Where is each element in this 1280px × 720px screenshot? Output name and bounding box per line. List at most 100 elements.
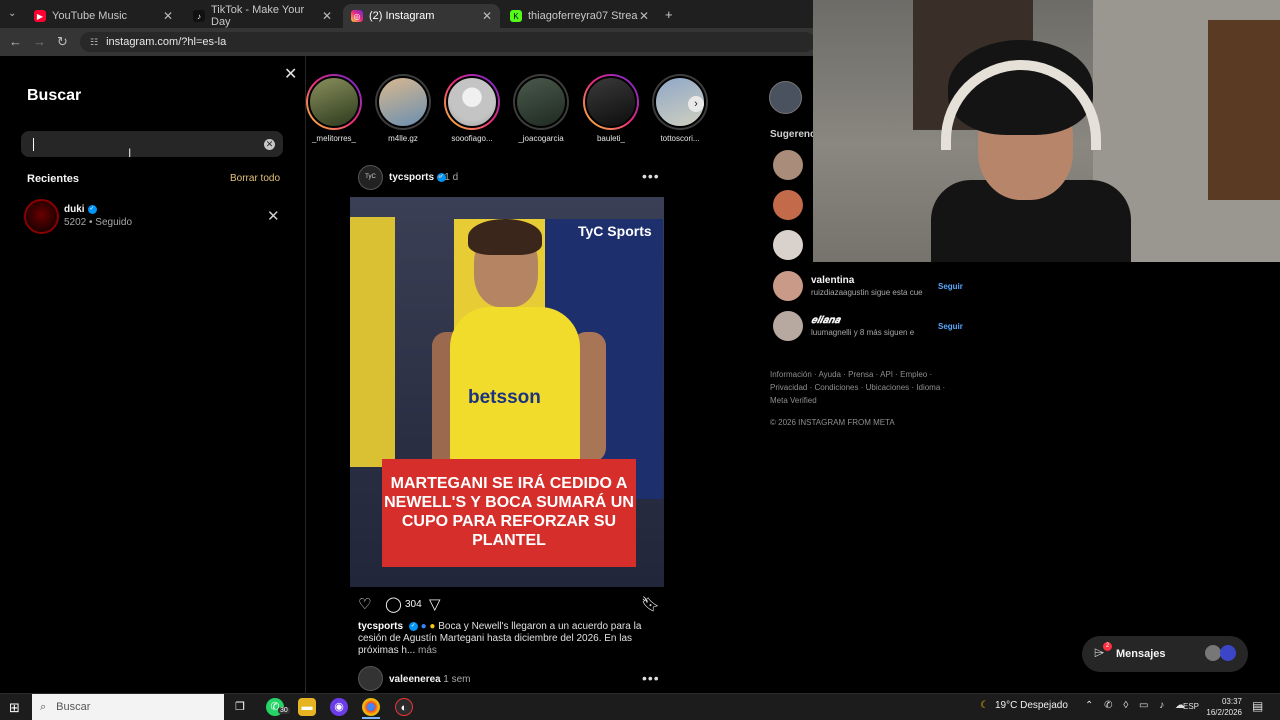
clock-date: 16/2/2026 [1206, 708, 1242, 717]
url-text: instagram.com/?hl=es-la [106, 36, 227, 48]
search-icon: ⌕ [40, 700, 47, 713]
post-options-more-icon[interactable]: ••• [642, 168, 660, 184]
suggestion-avatar[interactable] [773, 271, 803, 301]
story-item[interactable]: m4lle.gz [373, 74, 433, 143]
image-background-stripe [350, 217, 395, 467]
moon-icon: ☾ [980, 700, 989, 711]
tab-title: thiagoferreyra07 Stream - Wat [528, 10, 638, 22]
comment-icon[interactable]: ◯ [385, 595, 402, 613]
windows-start-icon[interactable]: ⊞ [9, 700, 20, 716]
follow-button[interactable]: Seguir [938, 322, 963, 331]
search-panel-title: Buscar [27, 87, 82, 104]
close-tab-icon[interactable]: ✕ [639, 9, 649, 23]
tab-title: TikTok - Make Your Day [211, 4, 305, 28]
suggestion-username[interactable]: 𝒆𝒍𝒊𝒂𝒏𝒂 [811, 315, 840, 326]
tab-title: (2) Instagram [369, 10, 435, 22]
close-tab-icon[interactable]: ✕ [322, 9, 332, 23]
yellow-circle-emoji-icon: ● [429, 621, 436, 632]
recent-item-duki[interactable]: duki ✓ [64, 204, 97, 215]
share-send-icon[interactable]: ▽ [429, 595, 441, 613]
post-caption: tycsports ✓ ● ● Boca y Newell's llegaron… [358, 621, 658, 657]
messages-label: Mensajes [1116, 648, 1166, 660]
tab-kick-stream[interactable]: K thiagoferreyra07 Stream - Wat ✕ [502, 4, 657, 28]
stories-next-chevron-icon[interactable]: › [688, 96, 704, 112]
notification-center-icon[interactable]: ▤ [1252, 699, 1263, 713]
story-item[interactable]: bauleti_ [581, 74, 641, 143]
messages-badge: 2 [1103, 642, 1112, 651]
messages-avatar [1220, 645, 1236, 661]
post-image[interactable]: betsson TyC Sports MARTEGANI SE IRÁ CEDI… [350, 197, 664, 587]
tab-youtube-music[interactable]: ▶ YouTube Music ✕ [26, 4, 181, 28]
save-bookmark-icon[interactable]: 🔖︎ [641, 595, 660, 613]
address-bar[interactable]: ☷ instagram.com/?hl=es-la [80, 32, 815, 52]
footer-links[interactable]: Información · Ayuda · Prensa · API · Emp… [770, 368, 960, 407]
file-explorer-icon[interactable]: ▬ [298, 698, 316, 716]
weather-widget[interactable]: ☾ 19°C Despejado [980, 700, 1068, 711]
story-item[interactable]: _melitorres_ [304, 74, 364, 143]
tab-instagram[interactable]: ◎ (2) Instagram ✕ [343, 4, 500, 28]
suggestion-avatar[interactable] [773, 311, 803, 341]
clear-search-icon[interactable]: ✕ [264, 139, 275, 150]
tab-tiktok[interactable]: ♪ TikTok - Make Your Day ✕ [185, 4, 340, 28]
suggestion-username[interactable]: valentina [811, 275, 854, 286]
caption-username[interactable]: tycsports [358, 621, 403, 632]
instagram-favicon-icon: ◎ [351, 10, 363, 22]
task-view-icon[interactable]: ❐ [231, 698, 249, 716]
messages-avatar [1205, 645, 1221, 661]
tab-list-chevron-icon[interactable]: ⌄ [8, 8, 16, 19]
post-author-avatar[interactable] [358, 666, 383, 691]
post-time-text: 1 sem [443, 674, 471, 685]
post-author-username[interactable]: valeenerea [389, 674, 441, 685]
taskbar-search-box[interactable]: ⌕ Buscar [32, 694, 224, 720]
suggestion-subtitle: luumagnelli y 8 más siguen e [811, 328, 915, 337]
suggestion-avatar[interactable] [773, 190, 803, 220]
story-username: m4lle.gz [388, 134, 418, 143]
recent-subtitle: 5202 • Seguido [64, 217, 133, 228]
back-arrow-icon[interactable]: ← [9, 34, 22, 49]
follow-button[interactable]: Seguir [938, 282, 963, 291]
weather-text: 19°C Despejado [994, 700, 1068, 711]
reload-icon[interactable]: ↻ [57, 34, 68, 50]
recent-avatar-duki[interactable] [24, 199, 59, 234]
tab-title: YouTube Music [52, 10, 128, 22]
whatsapp-badge: 30 [278, 707, 290, 714]
suggestion-avatar[interactable] [773, 230, 803, 260]
current-user-avatar[interactable] [769, 81, 802, 114]
suggestion-avatar[interactable] [773, 150, 803, 180]
close-search-panel-icon[interactable]: ✕ [284, 64, 297, 84]
forward-arrow-icon[interactable]: → [33, 34, 46, 49]
close-tab-icon[interactable]: ✕ [482, 9, 492, 23]
active-app-indicator [362, 717, 380, 719]
system-tray-icons[interactable]: ⌃ ✆ ◊ ▭ ♪ ☁ [1085, 700, 1189, 711]
obs-icon[interactable]: ◐ [395, 698, 413, 716]
caption-more-link[interactable]: más [418, 645, 437, 656]
story-username: sooofiago... [451, 134, 493, 143]
tiktok-favicon-icon: ♪ [193, 10, 205, 22]
new-tab-plus-icon[interactable]: + [665, 7, 673, 22]
post-image-headline: MARTEGANI SE IRÁ CEDIDO A NEWELL'S Y BOC… [382, 459, 636, 567]
like-heart-icon[interactable]: ♡ [358, 595, 371, 613]
search-input-box[interactable] [21, 131, 283, 157]
webcam-overlay [813, 0, 1280, 262]
site-info-icon[interactable]: ☷ [90, 37, 98, 48]
taskbar-clock[interactable]: 03:37 16/2/2026 [1204, 696, 1242, 718]
tyc-sports-logo: TyC Sports [578, 223, 652, 239]
post-timestamp: • 1 sem [437, 674, 471, 685]
story-item[interactable]: sooofiago... [442, 74, 502, 143]
story-username: _melitorres_ [311, 134, 356, 143]
story-item[interactable]: _joacogarcia [511, 74, 571, 143]
copyright-text: © 2026 INSTAGRAM FROM META [770, 418, 895, 427]
chrome-icon[interactable] [362, 698, 380, 716]
webcam-door [1208, 20, 1280, 200]
post-author-avatar[interactable]: TyC [358, 165, 383, 190]
clear-all-button[interactable]: Borrar todo [230, 173, 280, 184]
recent-username: duki [64, 204, 85, 215]
post-options-more-icon[interactable]: ••• [642, 670, 660, 686]
close-tab-icon[interactable]: ✕ [163, 9, 173, 23]
story-username: bauleti_ [596, 134, 626, 143]
story-username: _joacogarcia [518, 134, 564, 143]
post-username-text: tycsports [389, 172, 435, 183]
language-indicator[interactable]: ESP [1183, 702, 1199, 711]
app-icon[interactable]: ◉ [330, 698, 348, 716]
remove-recent-icon[interactable]: ✕ [267, 207, 280, 225]
